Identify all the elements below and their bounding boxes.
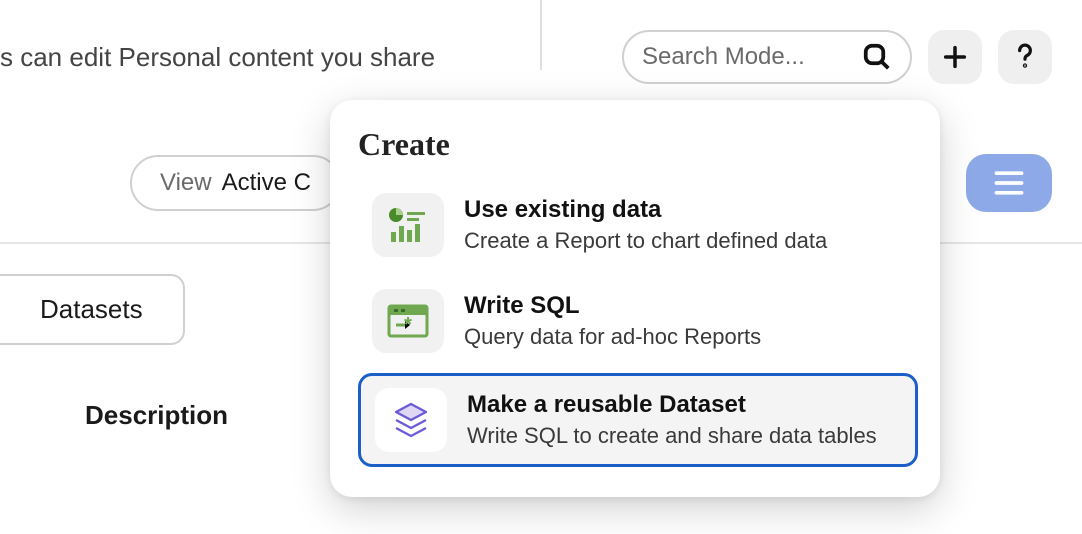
- menu-icon: [992, 169, 1026, 197]
- search-icon: [862, 42, 892, 72]
- option-title: Use existing data: [464, 196, 827, 224]
- option-subtitle: Write SQL to create and share data table…: [467, 423, 877, 449]
- create-option-reusable-dataset[interactable]: Make a reusable Dataset Write SQL to cre…: [358, 373, 918, 467]
- option-title: Make a reusable Dataset: [467, 391, 877, 419]
- tab-label: Datasets: [40, 294, 143, 324]
- list-options-button[interactable]: [966, 154, 1052, 212]
- create-option-write-sql[interactable]: * Write SQL Query data for ad-hoc Report…: [358, 277, 918, 365]
- dataset-layers-icon: [375, 388, 447, 452]
- create-popover: Create Use existing data Create a Report…: [330, 100, 940, 497]
- chart-bar-icon: [372, 193, 444, 257]
- question-icon: [1012, 42, 1038, 72]
- option-title: Write SQL: [464, 292, 761, 320]
- sql-terminal-icon: *: [372, 289, 444, 353]
- search-placeholder: Search Mode...: [642, 43, 805, 71]
- option-text: Use existing data Create a Report to cha…: [464, 196, 827, 254]
- share-permission-text: s can edit Personal content you share: [0, 42, 435, 73]
- option-text: Write SQL Query data for ad-hoc Reports: [464, 292, 761, 350]
- option-subtitle: Query data for ad-hoc Reports: [464, 324, 761, 350]
- popover-title: Create: [358, 126, 918, 163]
- tab-datasets[interactable]: Datasets: [0, 274, 185, 345]
- view-value: Active C: [222, 169, 311, 197]
- plus-icon: [941, 43, 969, 71]
- help-button[interactable]: [998, 30, 1052, 84]
- divider: [540, 0, 542, 70]
- view-label: View: [160, 169, 212, 197]
- create-option-existing-data[interactable]: Use existing data Create a Report to cha…: [358, 181, 918, 269]
- view-filter[interactable]: View Active C: [130, 155, 341, 211]
- svg-text:*: *: [404, 314, 412, 336]
- top-right-actions: Search Mode...: [622, 30, 1052, 84]
- option-text: Make a reusable Dataset Write SQL to cre…: [467, 391, 877, 449]
- top-bar: s can edit Personal content you share Se…: [0, 0, 1082, 104]
- search-input[interactable]: Search Mode...: [622, 30, 912, 84]
- option-subtitle: Create a Report to chart defined data: [464, 228, 827, 254]
- create-button[interactable]: [928, 30, 982, 84]
